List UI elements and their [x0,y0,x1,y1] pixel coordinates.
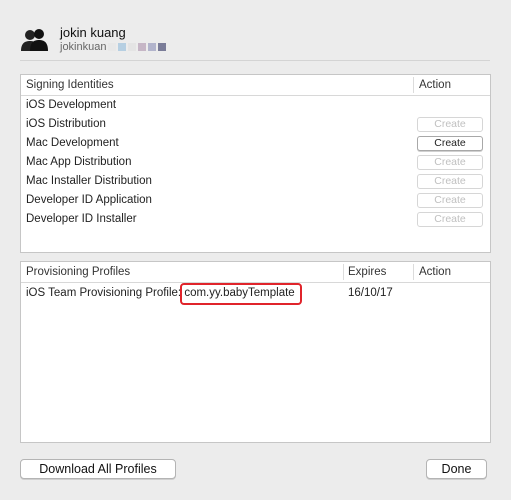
identity-label: Developer ID Installer [26,213,137,225]
table-row[interactable]: iOS Distribution Create [21,115,490,134]
create-button-disabled: Create [417,155,483,170]
profile-type: iOS Team Provisioning Profile: [26,287,182,299]
table-row[interactable]: iOS Development [21,96,490,115]
red-highlight-annotation [180,283,302,305]
table-row[interactable]: Developer ID Application Create [21,191,490,210]
table-row[interactable]: Mac Development Create [21,134,490,153]
account-header: jokin kuang jokinkuan [20,22,490,61]
identity-label: iOS Distribution [26,118,106,130]
create-button-disabled: Create [417,212,483,227]
account-id-text: jokinkuan [60,41,107,53]
done-button[interactable]: Done [426,459,487,479]
profile-expires: 16/10/17 [348,287,393,299]
table-header: Signing Identities Action [21,75,490,96]
identity-label: Mac Installer Distribution [26,175,152,187]
header-divider [20,60,490,61]
column-header-action[interactable]: Action [414,75,490,95]
table-row[interactable]: Mac Installer Distribution Create [21,172,490,191]
table-header: Provisioning Profiles Expires Action [21,262,490,283]
provisioning-profiles-table: Provisioning Profiles Expires Action iOS… [20,261,491,443]
table-body: iOS Development iOS Distribution Create … [21,96,490,229]
column-header-signing-identities[interactable]: Signing Identities [21,75,414,95]
create-button-disabled: Create [417,193,483,208]
identity-label: Mac App Distribution [26,156,132,168]
redacted-blur [106,41,167,53]
identity-label: iOS Development [26,99,117,111]
create-button[interactable]: Create [417,136,483,151]
column-header-provisioning-profiles[interactable]: Provisioning Profiles [21,262,343,282]
identity-label: Developer ID Application [26,194,152,206]
people-icon [21,29,48,51]
account-id: jokinkuan [60,41,167,53]
table-row[interactable]: Mac App Distribution Create [21,153,490,172]
table-row[interactable]: Developer ID Installer Create [21,210,490,229]
table-row[interactable]: iOS Team Provisioning Profile: com.yy.ba… [21,283,490,306]
create-button-disabled: Create [417,117,483,132]
column-header-expires[interactable]: Expires [343,262,414,282]
download-all-profiles-button[interactable]: Download All Profiles [20,459,176,479]
identity-label: Mac Development [26,137,119,149]
column-header-action[interactable]: Action [414,262,490,282]
signing-identities-table: Signing Identities Action iOS Developmen… [20,74,491,253]
account-name: jokin kuang [60,25,126,40]
create-button-disabled: Create [417,174,483,189]
